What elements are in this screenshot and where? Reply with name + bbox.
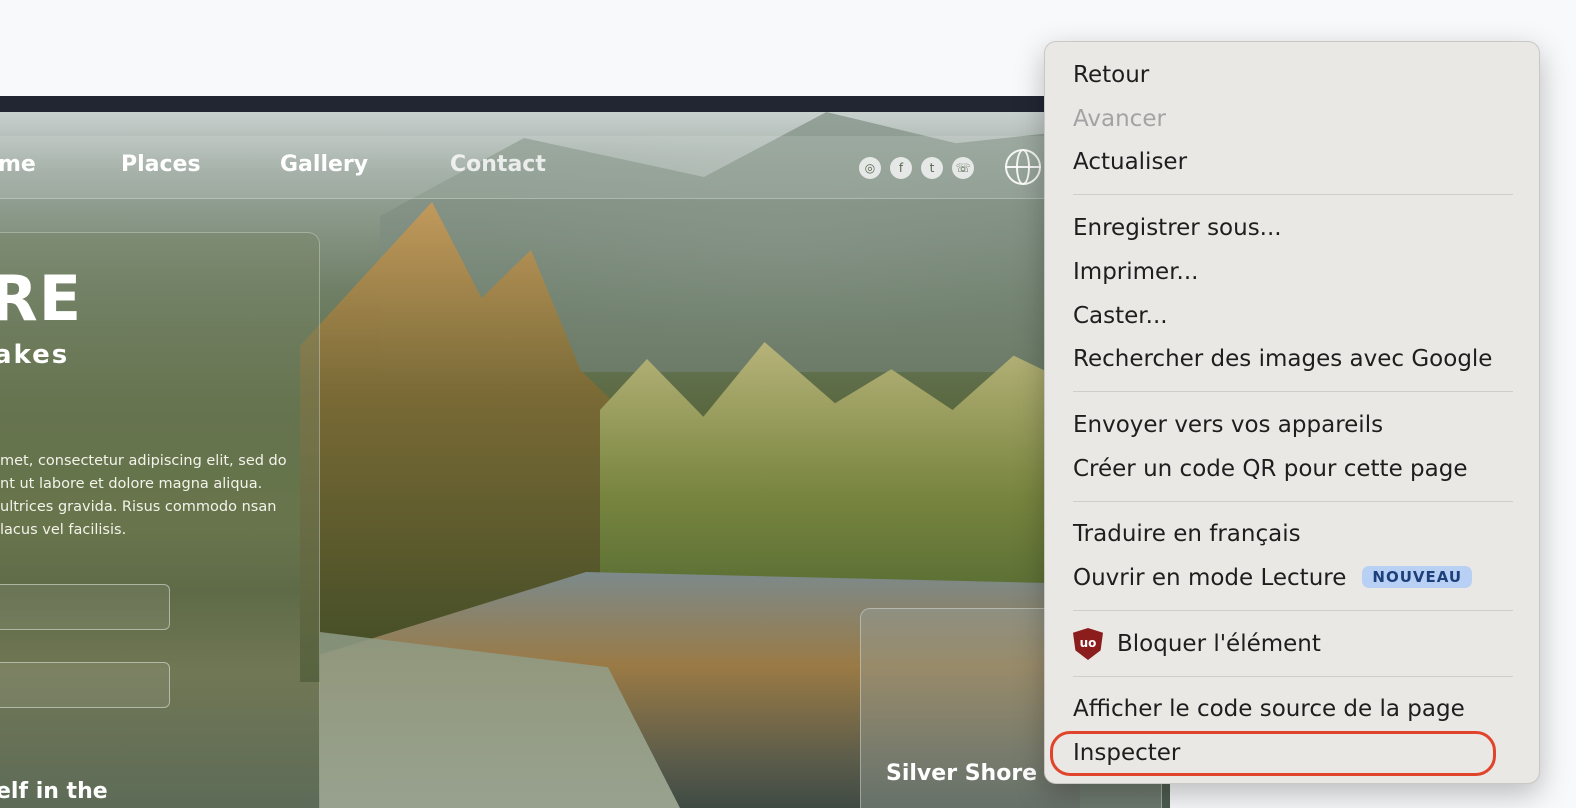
facebook-icon[interactable]: f <box>890 157 912 179</box>
menu-separator <box>1073 194 1513 195</box>
hero-input-2[interactable] <box>0 662 170 708</box>
instagram-icon[interactable]: ◎ <box>859 157 881 179</box>
menu-item-code-qr[interactable]: Créer un code QR pour cette page <box>1073 456 1467 482</box>
menu-item-actualiser[interactable]: Actualiser <box>1073 149 1187 175</box>
nav-gallery[interactable]: Gallery <box>280 152 368 177</box>
ublock-origin-icon: uo <box>1073 628 1103 660</box>
menu-separator <box>1073 501 1513 502</box>
menu-item-rechercher-images[interactable]: Rechercher des images avec Google <box>1073 346 1492 372</box>
hero-text: met, consectetur adipiscing elit, sed do… <box>0 453 287 538</box>
menu-item-code-source[interactable]: Afficher le code source de la page <box>1073 696 1465 722</box>
menu-item-avancer: Avancer <box>1073 106 1166 132</box>
menu-item-retour[interactable]: Retour <box>1073 62 1149 88</box>
twitter-icon[interactable]: t <box>921 157 943 179</box>
menu-separator <box>1073 391 1513 392</box>
whatsapp-icon[interactable]: ☏ <box>952 157 974 179</box>
menu-item-mode-lecture[interactable]: Ouvrir en mode Lecture NOUVEAU <box>1073 565 1473 591</box>
nav-places[interactable]: Places <box>121 152 201 177</box>
menu-item-mode-lecture-label: Ouvrir en mode Lecture <box>1073 565 1347 591</box>
browser-top-strip <box>0 96 1170 112</box>
menu-item-enregistrer[interactable]: Enregistrer sous... <box>1073 215 1282 241</box>
hero-title: RE <box>0 262 83 335</box>
globe-icon[interactable] <box>1005 149 1041 185</box>
website-viewport: me Places Gallery Contact ◎ f t ☏ RE ake… <box>0 96 1170 808</box>
context-menu: Retour Avancer Actualiser Enregistrer so… <box>1044 41 1540 784</box>
place-card-title: Silver Shore <box>886 761 1038 786</box>
new-badge: NOUVEAU <box>1362 566 1473 588</box>
nav-contact[interactable]: Contact <box>450 152 546 177</box>
menu-item-bloquer[interactable]: Bloquer l'élément <box>1117 631 1321 657</box>
menu-item-caster[interactable]: Caster... <box>1073 303 1168 329</box>
menu-item-envoyer[interactable]: Envoyer vers vos appareils <box>1073 412 1383 438</box>
menu-item-imprimer[interactable]: Imprimer... <box>1073 259 1198 285</box>
hero-footer-text: elf in the <box>0 779 108 804</box>
menu-separator <box>1073 676 1513 677</box>
menu-separator <box>1073 610 1513 611</box>
inspecter-highlight-ring <box>1050 731 1496 776</box>
nav-home[interactable]: me <box>0 152 36 177</box>
menu-item-traduire[interactable]: Traduire en français <box>1073 521 1301 547</box>
hero-input-1[interactable] <box>0 584 170 630</box>
hero-subtitle: akes <box>0 340 70 370</box>
